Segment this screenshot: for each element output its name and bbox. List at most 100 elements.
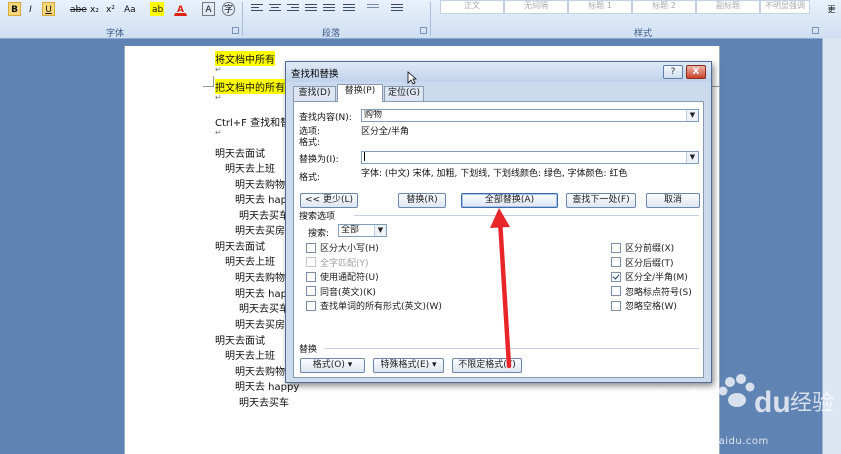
style-heading-2[interactable]: 标题 2 bbox=[632, 0, 696, 14]
character-border-icon[interactable]: A bbox=[202, 2, 215, 16]
paragraph-dialog-launcher[interactable] bbox=[420, 27, 427, 34]
document-line[interactable]: Ctrl+F 查找和替 bbox=[215, 114, 290, 129]
styles-dialog-launcher[interactable] bbox=[812, 27, 819, 34]
document-line[interactable]: 明天去买车 bbox=[239, 207, 289, 222]
checkbox-box[interactable] bbox=[611, 286, 621, 296]
bold-button[interactable]: B bbox=[8, 2, 21, 16]
option-checkbox[interactable]: 区分后缀(T) bbox=[611, 256, 674, 269]
find-what-input[interactable]: 购物 ▼ bbox=[361, 109, 699, 122]
tab-replace[interactable]: 替换(P) bbox=[337, 84, 383, 102]
cancel-button[interactable]: 取消 bbox=[646, 193, 700, 208]
paragraph-mark: ↵ bbox=[215, 65, 222, 74]
option-checkbox[interactable]: 同音(英文)(K) bbox=[306, 285, 376, 298]
font-dialog-launcher[interactable] bbox=[232, 27, 239, 34]
option-checkbox[interactable]: 忽略标点符号(S) bbox=[611, 285, 692, 298]
no-formatting-button[interactable]: 不限定格式(T) bbox=[452, 358, 522, 373]
shading-icon[interactable] bbox=[366, 2, 380, 14]
replace-with-input[interactable]: ▼ bbox=[361, 151, 699, 164]
change-styles-button[interactable]: 更改 bbox=[822, 2, 841, 16]
align-left-icon[interactable] bbox=[250, 2, 264, 14]
font-color-button[interactable]: A bbox=[174, 2, 187, 16]
style-subtle-emphasis[interactable]: 不明显强调 bbox=[760, 0, 810, 14]
close-button[interactable]: X bbox=[686, 65, 706, 79]
style-no-spacing[interactable]: 无间隔 bbox=[504, 0, 568, 14]
chevron-down-icon[interactable]: ▼ bbox=[686, 110, 698, 121]
checkbox-box[interactable] bbox=[611, 271, 621, 282]
chevron-down-icon: ▾ bbox=[432, 360, 437, 370]
help-button[interactable]: ? bbox=[663, 65, 683, 79]
option-label: 忽略空格(W) bbox=[625, 302, 677, 312]
document-line[interactable]: 明天去上班 bbox=[225, 253, 275, 268]
option-label: 同音(英文)(K) bbox=[320, 287, 376, 298]
svg-text:du: du bbox=[754, 386, 791, 419]
align-right-icon[interactable] bbox=[286, 2, 300, 14]
find-replace-dialog: 查找和替换 ? X 查找(D) 替换(P) 定位(G) 查找内容(N): 购物 … bbox=[285, 61, 712, 383]
underline-button[interactable]: U bbox=[42, 2, 55, 16]
align-center-icon[interactable] bbox=[268, 2, 282, 14]
document-line[interactable]: 明天去购物 bbox=[235, 176, 285, 191]
find-what-value: 购物 bbox=[364, 110, 383, 120]
search-direction-select[interactable]: 全部 ▼ bbox=[338, 224, 387, 237]
change-case-button[interactable]: Aa bbox=[122, 2, 138, 16]
option-checkbox[interactable]: 区分大小写(H) bbox=[306, 241, 379, 254]
checkbox-box[interactable] bbox=[611, 257, 621, 267]
document-line[interactable]: 明天去买车 bbox=[239, 300, 289, 315]
font-group-label: 字体 bbox=[105, 29, 124, 39]
document-line[interactable]: 明天去购物 bbox=[235, 363, 285, 378]
justify-icon[interactable] bbox=[304, 2, 318, 14]
option-checkbox[interactable]: 忽略空格(W) bbox=[611, 299, 677, 312]
borders-icon[interactable] bbox=[390, 2, 404, 14]
checkbox-box[interactable] bbox=[611, 300, 621, 311]
document-line[interactable]: 明天去买房 bbox=[235, 222, 285, 237]
checkbox-box bbox=[306, 257, 316, 267]
highlight-color-icon[interactable]: ab bbox=[150, 2, 164, 16]
option-checkbox[interactable]: 查找单词的所有形式(英文)(W) bbox=[306, 299, 442, 312]
paragraph-mark: ↵ bbox=[215, 128, 222, 137]
document-line[interactable]: 明天去买房 bbox=[235, 316, 285, 331]
document-line[interactable]: 明天去 hap bbox=[235, 285, 287, 300]
document-line[interactable]: 明天去面试 bbox=[215, 145, 265, 160]
document-line[interactable]: 明天去上班 bbox=[225, 160, 275, 175]
tab-goto[interactable]: 定位(G) bbox=[384, 86, 424, 101]
special-button[interactable]: 特殊格式(E) ▾ bbox=[373, 358, 444, 373]
document-line[interactable]: 明天去面试 bbox=[215, 332, 265, 347]
option-checkbox[interactable]: 使用通配符(U) bbox=[306, 270, 379, 283]
option-checkbox[interactable]: 区分前缀(X) bbox=[611, 241, 674, 254]
checkbox-box[interactable] bbox=[306, 271, 316, 282]
checkbox-box[interactable] bbox=[306, 286, 316, 296]
group-separator bbox=[430, 2, 431, 36]
option-checkbox[interactable]: 区分全/半角(M) bbox=[611, 270, 688, 283]
document-line[interactable]: 将文档中所有 bbox=[215, 51, 275, 66]
document-line[interactable]: 明天去购物 bbox=[235, 269, 285, 284]
find-what-label: 查找内容(N): bbox=[299, 113, 352, 123]
replace-button[interactable]: 替换(R) bbox=[398, 193, 446, 208]
style-subtitle[interactable]: 副标题 bbox=[696, 0, 760, 14]
option-label: 忽略标点符号(S) bbox=[625, 287, 692, 298]
line-spacing-icon[interactable] bbox=[342, 2, 356, 14]
checkbox-box[interactable] bbox=[306, 300, 316, 311]
replace-with-label: 替换为(I): bbox=[299, 155, 339, 165]
italic-button[interactable]: I bbox=[24, 2, 37, 16]
document-line[interactable]: 明天去上班 bbox=[225, 347, 275, 362]
document-line[interactable]: 明天去面试 bbox=[215, 238, 265, 253]
subscript-button[interactable]: x₂ bbox=[88, 2, 101, 16]
option-label: 使用通配符(U) bbox=[320, 273, 379, 283]
superscript-button[interactable]: x² bbox=[104, 2, 117, 16]
checkbox-box[interactable] bbox=[306, 242, 316, 253]
chevron-down-icon[interactable]: ▼ bbox=[686, 152, 698, 163]
distributed-icon[interactable] bbox=[322, 2, 336, 14]
chevron-down-icon[interactable]: ▼ bbox=[374, 225, 386, 236]
document-line[interactable]: 把文档中的所有 bbox=[215, 79, 285, 94]
dialog-titlebar[interactable]: 查找和替换 ? X bbox=[286, 62, 711, 82]
style-heading-1[interactable]: 标题 1 bbox=[568, 0, 632, 14]
enclose-characters-icon[interactable]: 字 bbox=[222, 2, 236, 16]
tab-find[interactable]: 查找(D) bbox=[293, 86, 336, 101]
checkbox-box[interactable] bbox=[611, 242, 621, 253]
replace-all-button[interactable]: 全部替换(A) bbox=[461, 193, 558, 208]
less-button[interactable]: << 更少(L) bbox=[300, 193, 358, 208]
find-next-button[interactable]: 查找下一处(F) bbox=[566, 193, 636, 208]
format-button[interactable]: 格式(O) ▾ bbox=[300, 358, 365, 373]
document-line[interactable]: 明天去买车 bbox=[239, 394, 289, 409]
strikethrough-button[interactable]: abe bbox=[68, 2, 89, 16]
style-normal[interactable]: 正文 bbox=[440, 0, 504, 14]
